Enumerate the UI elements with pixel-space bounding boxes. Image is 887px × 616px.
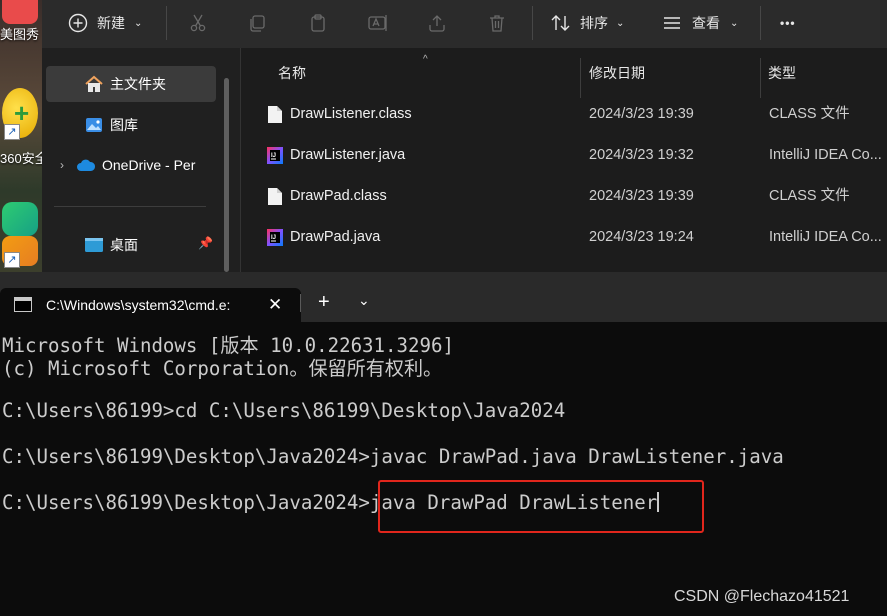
file-list: ^ 名称 修改日期 类型 DrawListener.class 2024/3/2…	[241, 48, 887, 272]
toolbar-divider	[532, 6, 533, 40]
file-row[interactable]: DrawListener.class 2024/3/23 19:39 CLASS…	[241, 94, 887, 135]
file-icon	[268, 106, 282, 123]
svg-text:IJ: IJ	[271, 153, 276, 159]
nav-item-gallery[interactable]: 图库	[46, 107, 216, 143]
chevron-down-icon: ⌄	[134, 17, 143, 29]
file-modified: 2024/3/23 19:39	[589, 188, 694, 204]
terminal-line: C:\Users\86199>cd C:\Users\86199\Desktop…	[2, 399, 566, 422]
view-button[interactable]: 查看 ⌄	[662, 0, 738, 46]
trash-icon	[490, 15, 504, 32]
toolbar-divider	[760, 6, 761, 40]
rename-button[interactable]	[367, 0, 389, 46]
terminal-line: C:\Users\86199\Desktop\Java2024>javac Dr…	[2, 445, 784, 468]
column-divider[interactable]	[760, 58, 761, 98]
cloud-icon	[77, 159, 96, 171]
intellij-icon: IJ	[267, 147, 283, 164]
nav-scrollbar[interactable]	[224, 78, 229, 272]
desktop-icon	[85, 238, 103, 252]
nav-item-label: 主文件夹	[110, 76, 166, 92]
file-modified: 2024/3/23 19:39	[589, 106, 694, 122]
nav-item-label: 图库	[110, 117, 138, 133]
scissors-icon	[190, 14, 206, 32]
share-icon	[429, 15, 445, 32]
svg-text:IJ: IJ	[271, 235, 276, 241]
chevron-right-icon[interactable]: ›	[60, 158, 64, 172]
nav-divider	[54, 206, 206, 207]
home-icon	[85, 75, 103, 92]
shortcut-arrow-icon: ↗	[4, 252, 20, 268]
file-name: DrawPad.java	[290, 229, 381, 245]
file-row[interactable]: DrawPad.class 2024/3/23 19:39 CLASS 文件	[241, 176, 887, 217]
terminal-tab-title: C:\Windows\system32\cmd.e:	[46, 297, 231, 313]
command-bar: 新建 ⌄ 排序 ⌄ 查看 ⌄ •••	[42, 0, 887, 49]
chevron-down-icon: ⌄	[616, 17, 625, 29]
copy-button[interactable]	[247, 0, 267, 46]
column-header-modified[interactable]: 修改日期	[589, 48, 645, 98]
share-button[interactable]	[427, 0, 447, 46]
file-icon	[268, 188, 282, 205]
pin-icon[interactable]: 📌	[198, 236, 213, 250]
file-row[interactable]: IJ DrawPad.java 2024/3/23 19:24 IntelliJ…	[241, 217, 887, 258]
clipboard-icon	[311, 14, 325, 32]
new-button[interactable]: 新建 ⌄	[68, 0, 142, 46]
file-modified: 2024/3/23 19:24	[589, 229, 694, 245]
desktop-background: 美图秀 + ↗ 360安全 ↗	[0, 0, 42, 272]
nav-item-label: OneDrive - Per	[102, 157, 196, 173]
terminal-line: (c) Microsoft Corporation。保留所有权利。	[2, 357, 443, 380]
sort-button-label: 排序	[580, 15, 608, 31]
nav-item-desktop[interactable]: 桌面 📌	[46, 227, 216, 263]
more-options-button[interactable]: •••	[780, 0, 796, 46]
file-type: CLASS 文件	[769, 188, 850, 204]
watermark: CSDN @Flechazo41521	[674, 588, 850, 605]
navigation-pane: 主文件夹 图库 › OneDrive - Per 桌面 📌	[42, 48, 240, 272]
terminal-tab[interactable]: C:\Windows\system32\cmd.e: ✕	[0, 288, 301, 322]
shortcut-arrow-icon: ↗	[4, 124, 20, 140]
column-header-name[interactable]: 名称	[278, 48, 306, 98]
file-modified: 2024/3/23 19:32	[589, 147, 694, 163]
file-row[interactable]: IJ DrawListener.java 2024/3/23 19:32 Int…	[241, 135, 887, 176]
sort-button[interactable]: 排序 ⌄	[550, 0, 624, 46]
wechat-app-icon[interactable]	[2, 202, 38, 236]
new-button-label: 新建	[97, 15, 125, 31]
terminal-prompt: C:\Users\86199\Desktop\Java2024>	[2, 491, 370, 514]
file-name: DrawListener.java	[290, 147, 406, 163]
file-explorer-window: 新建 ⌄ 排序 ⌄ 查看 ⌄ ••• 主文件夹 图库 › OneDrive - …	[42, 0, 887, 272]
file-name: DrawListener.class	[290, 106, 412, 122]
toolbar-divider	[166, 6, 167, 40]
plus-circle-icon	[68, 13, 88, 33]
terminal-window: C:\Windows\system32\cmd.e: ✕ + ⌄ Microso…	[0, 272, 887, 616]
file-type: IntelliJ IDEA Co...	[769, 147, 882, 163]
close-tab-icon[interactable]: ✕	[268, 288, 282, 322]
file-type: IntelliJ IDEA Co...	[769, 229, 882, 245]
nav-item-home[interactable]: 主文件夹	[46, 66, 216, 102]
intellij-icon: IJ	[267, 229, 283, 246]
nav-item-label: 桌面	[110, 237, 138, 253]
sort-icon	[551, 15, 570, 31]
sort-arrow-icon: ^	[423, 54, 428, 65]
nav-item-onedrive[interactable]: › OneDrive - Per	[46, 147, 216, 183]
cmd-icon	[14, 297, 32, 312]
delete-button[interactable]	[487, 0, 507, 46]
file-name: DrawPad.class	[290, 188, 387, 204]
desktop-item-label[interactable]: 美图秀	[0, 24, 39, 43]
new-tab-button[interactable]: +	[318, 290, 330, 314]
meitu-app-icon[interactable]	[2, 0, 38, 24]
paste-button[interactable]	[308, 0, 328, 46]
column-header-type[interactable]: 类型	[768, 48, 796, 98]
copy-icon	[250, 15, 265, 32]
column-divider[interactable]	[580, 58, 581, 98]
chevron-down-icon: ⌄	[730, 17, 739, 29]
view-list-icon	[664, 17, 680, 29]
cut-button[interactable]	[188, 0, 208, 46]
view-button-label: 查看	[692, 15, 720, 31]
annotation-highlight-box	[378, 480, 704, 533]
terminal-tab-bar: C:\Windows\system32\cmd.e: ✕ + ⌄	[0, 272, 887, 322]
gallery-icon	[86, 118, 102, 132]
chevron-down-icon[interactable]: ⌄	[358, 292, 370, 309]
tab-divider	[300, 294, 301, 312]
file-type: CLASS 文件	[769, 106, 850, 122]
rename-icon	[368, 15, 387, 31]
desktop-item-label[interactable]: 360安全	[0, 148, 42, 167]
